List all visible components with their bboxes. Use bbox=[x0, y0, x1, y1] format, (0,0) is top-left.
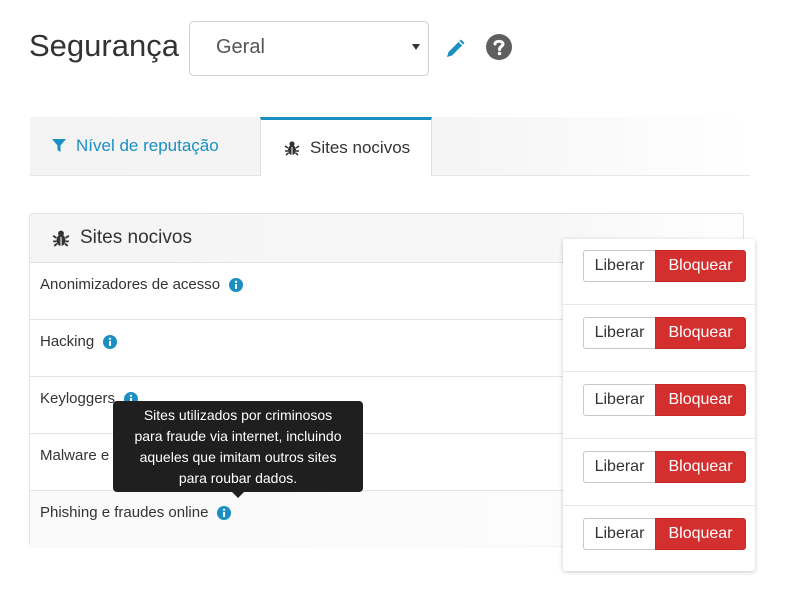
category-label: Hacking bbox=[40, 333, 95, 350]
block-button[interactable]: Bloquear bbox=[655, 518, 746, 550]
action-row: Liberar Bloquear bbox=[563, 373, 755, 439]
action-row: Liberar Bloquear bbox=[563, 239, 755, 305]
allow-button[interactable]: Liberar bbox=[583, 518, 655, 550]
filter-icon bbox=[52, 139, 66, 153]
info-icon[interactable] bbox=[217, 505, 232, 520]
action-row: Liberar Bloquear bbox=[563, 440, 755, 506]
info-icon[interactable] bbox=[229, 277, 244, 292]
allow-button[interactable]: Liberar bbox=[583, 384, 655, 416]
allow-button[interactable]: Liberar bbox=[583, 317, 655, 349]
category-label: Malware e s bbox=[40, 447, 121, 464]
tooltip-line: aqueles que imitam outros sites bbox=[139, 449, 337, 465]
tooltip: Sites utilizados por criminosos para fra… bbox=[113, 401, 363, 492]
tooltip-line: Sites utilizados por criminosos bbox=[143, 407, 333, 423]
tab-reputation-level[interactable]: Nível de reputação bbox=[30, 117, 260, 175]
tab-bar: Nível de reputação Sites nocivos bbox=[30, 117, 750, 176]
action-row: Liberar Bloquear bbox=[563, 306, 755, 372]
action-row: Liberar Bloquear bbox=[563, 507, 755, 573]
tooltip-arrow bbox=[231, 491, 245, 498]
block-button[interactable]: Bloquear bbox=[655, 451, 746, 483]
profile-select-value: Geral bbox=[216, 36, 265, 58]
tab-malicious-sites[interactable]: Sites nocivos bbox=[260, 117, 432, 176]
allow-block-toggle: Liberar Bloquear bbox=[583, 317, 746, 349]
page-title: Segurança bbox=[29, 28, 179, 63]
info-icon[interactable] bbox=[103, 334, 118, 349]
pencil-icon[interactable] bbox=[444, 38, 466, 60]
allow-button[interactable]: Liberar bbox=[583, 250, 655, 282]
allow-block-toggle: Liberar Bloquear bbox=[583, 250, 746, 282]
category-label: Keyloggers bbox=[40, 390, 116, 407]
allow-block-toggle: Liberar Bloquear bbox=[583, 518, 746, 550]
chevron-down-icon bbox=[412, 44, 420, 50]
tab-label: Nível de reputação bbox=[76, 136, 219, 155]
panel-title: Sites nocivos bbox=[80, 227, 192, 248]
category-label: Anonimizadores de acesso bbox=[40, 276, 221, 293]
bug-icon bbox=[284, 140, 300, 156]
action-card: Liberar Bloquear Liberar Bloquear Libera… bbox=[563, 239, 755, 571]
tooltip-line: para fraude via internet, incluindo bbox=[134, 428, 342, 444]
block-button[interactable]: Bloquear bbox=[655, 384, 746, 416]
category-label: Phishing e fraudes online bbox=[40, 504, 209, 521]
bug-icon bbox=[52, 229, 70, 247]
profile-select[interactable]: Geral bbox=[189, 21, 429, 76]
tooltip-line: para roubar dados. bbox=[178, 470, 298, 486]
allow-block-toggle: Liberar Bloquear bbox=[583, 451, 746, 483]
allow-block-toggle: Liberar Bloquear bbox=[583, 384, 746, 416]
question-circle-icon[interactable] bbox=[486, 34, 512, 60]
tab-label: Sites nocivos bbox=[310, 138, 411, 157]
block-button[interactable]: Bloquear bbox=[655, 250, 746, 282]
allow-button[interactable]: Liberar bbox=[583, 451, 655, 483]
block-button[interactable]: Bloquear bbox=[655, 317, 746, 349]
